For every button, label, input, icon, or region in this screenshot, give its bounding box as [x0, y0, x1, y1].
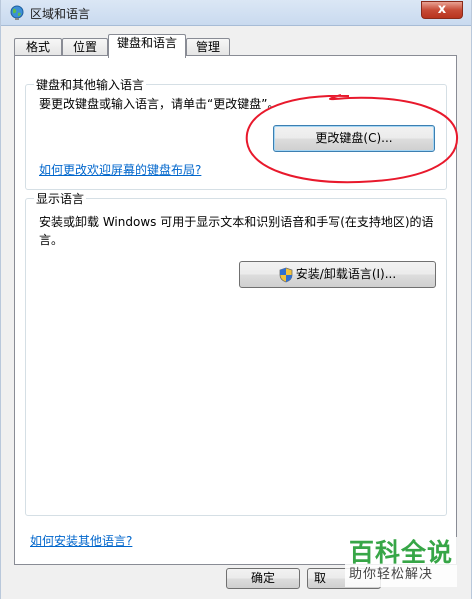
watermark-logo: 百科全说 助你轻松解决 — [345, 537, 457, 587]
tab-panel: 键盘和其他输入语言 要更改键盘或输入语言，请单击“更改键盘”。 更改键盘(C).… — [14, 55, 457, 565]
keyboard-group: 键盘和其他输入语言 要更改键盘或输入语言，请单击“更改键盘”。 更改键盘(C).… — [25, 76, 447, 190]
ok-button-label: 确定 — [250, 571, 275, 585]
keyboard-group-title: 键盘和其他输入语言 — [34, 76, 147, 93]
globe-icon — [10, 5, 24, 20]
dialog-window: 区域和语言 x 格式 位置 键盘和语言 管理 键盘和其他输入语言 要更改键盘或输… — [0, 0, 472, 599]
display-language-description-line2: 言。 — [39, 233, 64, 247]
welcome-screen-keyboard-link[interactable]: 如何更改欢迎屏幕的键盘布局? — [39, 161, 201, 178]
change-keyboards-button[interactable]: 更改键盘(C)... — [273, 125, 435, 152]
tab-keyboards-languages-label: 键盘和语言 — [116, 36, 177, 50]
tab-format-label: 格式 — [25, 40, 50, 54]
close-button[interactable]: x — [421, 1, 463, 19]
install-other-languages-link[interactable]: 如何安装其他语言? — [30, 532, 132, 549]
title-bar[interactable]: 区域和语言 x — [1, 0, 471, 26]
close-icon: x — [437, 2, 447, 17]
tab-keyboards-languages[interactable]: 键盘和语言 — [108, 34, 186, 58]
display-language-group-title: 显示语言 — [34, 190, 87, 207]
change-keyboards-label: 更改键盘(C)... — [315, 131, 393, 145]
ok-button[interactable]: 确定 — [226, 568, 300, 589]
display-language-group: 显示语言 安装或卸载 Windows 可用于显示文本和识别语音和手写(在支持地区… — [25, 190, 447, 516]
display-language-description-line1: 安装或卸载 Windows 可用于显示文本和识别语音和手写(在支持地区)的语 — [39, 215, 434, 229]
tab-administrative-label: 管理 — [195, 40, 220, 54]
window-title: 区域和语言 — [30, 7, 91, 21]
keyboard-description: 要更改键盘或输入语言，请单击“更改键盘”。 — [39, 97, 280, 111]
watermark-title: 百科全说 — [349, 538, 454, 567]
install-uninstall-languages-button[interactable]: 安装/卸载语言(I)... — [239, 261, 436, 288]
watermark-subtitle: 助你轻松解决 — [349, 567, 434, 582]
install-uninstall-languages-label: 安装/卸载语言(I)... — [295, 267, 397, 281]
tab-location-label: 位置 — [72, 40, 97, 54]
uac-shield-icon — [279, 267, 293, 282]
cancel-button-label: 取 — [314, 571, 327, 585]
